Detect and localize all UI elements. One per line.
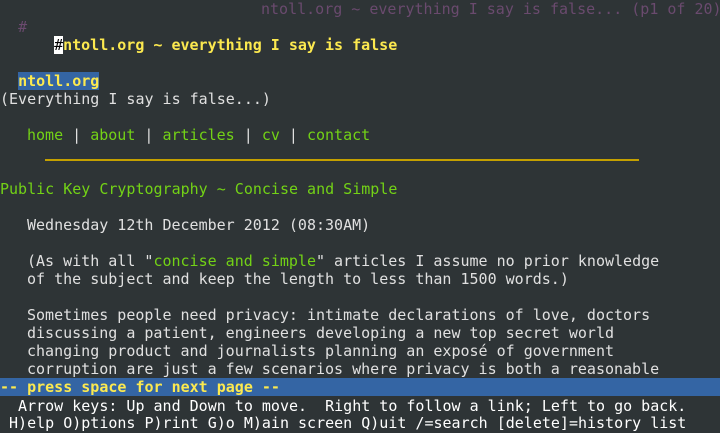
article-date: Wednesday 12th December 2012 (08:30AM) <box>27 216 371 234</box>
page-title-indicator: ntoll.org ~ everything I say is false...… <box>261 0 720 18</box>
horizontal-rule <box>45 159 639 161</box>
intro-line-2: of the subject and keep the length to le… <box>27 270 569 288</box>
site-name-link[interactable]: ntoll.org <box>18 72 100 90</box>
paragraph-line: changing product and journalists plannin… <box>27 342 614 360</box>
help-line-commands: H)elp O)ptions P)rint G)o M)ain screen Q… <box>0 414 687 432</box>
text-cursor: # <box>54 36 64 54</box>
hash-marker: # <box>18 18 28 36</box>
article-title: Public Key Cryptography ~ Concise and Si… <box>0 180 398 198</box>
pager-status-bar: -- press space for next page -- <box>0 378 720 396</box>
help-line-navigation: Arrow keys: Up and Down to move. Right t… <box>0 397 687 415</box>
tagline: (Everything I say is false...) <box>0 90 271 108</box>
site-name-row: ntoll.org <box>0 54 100 90</box>
intro-suffix: " articles I assume no prior knowledge <box>316 252 660 270</box>
nav-link-cv[interactable]: cv <box>262 126 280 144</box>
nav-link-articles[interactable]: articles <box>162 126 234 144</box>
document-heading-text: ntoll.org ~ everything I say is false <box>63 36 398 54</box>
nav-separator: | <box>243 126 253 144</box>
window-title-bar: # <box>0 0 27 36</box>
document-heading: #ntoll.org ~ everything I say is false <box>36 18 397 54</box>
nav-link-home[interactable]: home <box>27 126 63 144</box>
nav-separator: | <box>72 126 82 144</box>
intro-prefix: (As with all " <box>27 252 154 270</box>
intro-line-1: (As with all "concise and simple" articl… <box>0 252 659 270</box>
nav-menu: home | about | articles | cv | contact <box>0 126 370 144</box>
paragraph-line: corruption are just a few scenarios wher… <box>27 360 660 378</box>
paragraph-line: Sometimes people need privacy: intimate … <box>27 306 651 324</box>
nav-link-contact[interactable]: contact <box>307 126 370 144</box>
concise-simple-link[interactable]: concise and simple <box>153 252 316 270</box>
nav-link-about[interactable]: about <box>90 126 135 144</box>
nav-separator: | <box>144 126 154 144</box>
paragraph-line: discussing a patient, engineers developi… <box>27 324 614 342</box>
nav-separator: | <box>288 126 298 144</box>
